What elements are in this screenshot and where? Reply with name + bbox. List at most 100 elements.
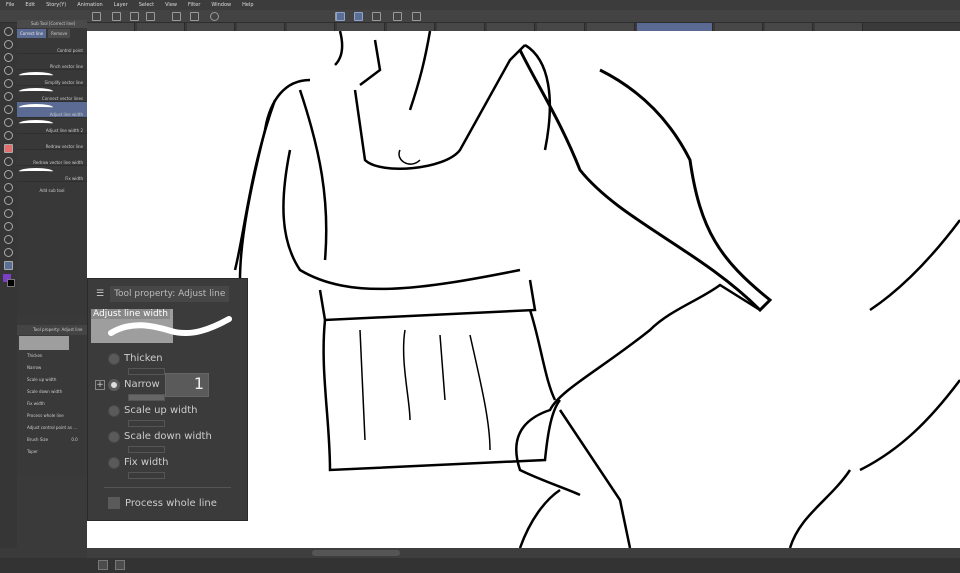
lasso-tool-icon[interactable]: [4, 79, 13, 88]
document-tab[interactable]: [187, 23, 235, 31]
subtool-adjust-line-width[interactable]: Adjust line width: [17, 102, 87, 118]
option-scale-up[interactable]: Scale up width: [17, 374, 87, 386]
narrow-value-input[interactable]: 1: [165, 373, 209, 397]
balloon-tool-icon[interactable]: [4, 248, 13, 257]
option-scale-down-width[interactable]: Scale down width: [88, 427, 247, 446]
grid-view-icon[interactable]: [115, 560, 125, 570]
preview-icon[interactable]: [393, 12, 402, 21]
document-tab[interactable]: [287, 23, 335, 31]
document-tab[interactable]: [765, 23, 813, 31]
option-narrow[interactable]: + Narrow 1: [88, 373, 247, 397]
option-thicken[interactable]: Thicken: [17, 350, 87, 362]
menu-icon[interactable]: ☰: [96, 289, 104, 299]
document-tab[interactable]: [337, 23, 385, 31]
export-icon[interactable]: [412, 12, 421, 21]
thicken-radio[interactable]: [108, 352, 120, 365]
decoration-tool-icon[interactable]: [4, 157, 13, 166]
subtool-redraw-vector-line[interactable]: Redraw vector line: [17, 134, 87, 150]
option-narrow[interactable]: Narrow: [17, 362, 87, 374]
subtool-control-point[interactable]: Control point: [17, 38, 87, 54]
document-tab[interactable]: [815, 23, 863, 31]
gradient-tool-icon[interactable]: [4, 183, 13, 192]
option-scale-up-width[interactable]: Scale up width: [88, 401, 247, 420]
menu-animation[interactable]: Animation: [77, 2, 103, 8]
add-sub-tool-button[interactable]: Add sub tool: [17, 188, 87, 193]
scale-down-slider[interactable]: [128, 446, 165, 453]
pen-tool-icon[interactable]: [4, 105, 13, 114]
adjust-control-point-checkbox[interactable]: Adjust control point as ...: [17, 422, 87, 434]
fill-tool-icon[interactable]: [4, 170, 13, 179]
taper-field[interactable]: Taper: [17, 446, 87, 458]
narrow-slider[interactable]: [128, 394, 165, 401]
document-tab[interactable]: [137, 23, 185, 31]
open-icon[interactable]: [112, 12, 121, 21]
pencil-tool-icon[interactable]: [4, 118, 13, 127]
subtool-adjust-line-width-2[interactable]: Adjust line width 2: [17, 118, 87, 134]
layer-panel-icon[interactable]: [98, 560, 108, 570]
text-tool-icon[interactable]: [4, 235, 13, 244]
subtool-fix-width[interactable]: Fix width: [17, 166, 87, 182]
menu-edit[interactable]: Edit: [25, 2, 35, 8]
new-icon[interactable]: [92, 12, 101, 21]
option-fix-width[interactable]: Fix width: [88, 453, 247, 472]
operation-tool-icon[interactable]: [4, 53, 13, 62]
ruler-tool-icon[interactable]: [4, 222, 13, 231]
menu-view[interactable]: View: [165, 2, 177, 8]
document-tab[interactable]: [537, 23, 585, 31]
scale-up-slider[interactable]: [128, 420, 165, 427]
fix-width-slider[interactable]: [128, 472, 165, 479]
undo-icon[interactable]: [172, 12, 181, 21]
brush-size-field[interactable]: Brush Size 0.0: [17, 434, 87, 446]
scale-down-radio[interactable]: [108, 430, 120, 443]
document-tab[interactable]: [715, 23, 763, 31]
option-scale-down[interactable]: Scale down width: [17, 386, 87, 398]
zoom-tool-icon[interactable]: [4, 27, 13, 36]
tab-remove[interactable]: Remove: [48, 29, 71, 38]
subtool-simplify-vector-line[interactable]: Simplify vector line: [17, 70, 87, 86]
menu-filter[interactable]: Filter: [188, 2, 200, 8]
thicken-slider[interactable]: [128, 368, 165, 375]
figure-tool-icon[interactable]: [4, 196, 13, 205]
print-icon[interactable]: [146, 12, 155, 21]
subtool-connect-vector-lines[interactable]: Connect vector lines: [17, 86, 87, 102]
document-tab[interactable]: [487, 23, 535, 31]
snap-special-ruler-icon[interactable]: [336, 12, 345, 21]
process-whole-line-option[interactable]: Process whole line: [88, 488, 247, 518]
frame-tool-icon[interactable]: [4, 209, 13, 218]
menu-window[interactable]: Window: [211, 2, 231, 8]
horizontal-scrollbar[interactable]: [312, 550, 400, 556]
fix-width-radio[interactable]: [108, 456, 120, 469]
option-fix-width[interactable]: Fix width: [17, 398, 87, 410]
sub-color-swatch[interactable]: [7, 279, 15, 287]
snap-grid-icon[interactable]: [354, 12, 363, 21]
process-whole-line-checkbox[interactable]: Process whole line: [17, 410, 87, 422]
menu-layer[interactable]: Layer: [114, 2, 128, 8]
subtool-pinch-vector-line[interactable]: Pinch vector line: [17, 54, 87, 70]
snap-pen-icon[interactable]: [372, 12, 381, 21]
deselect-icon[interactable]: [210, 12, 219, 21]
eraser-tool-icon[interactable]: [4, 144, 13, 153]
redo-icon[interactable]: [190, 12, 199, 21]
document-tab[interactable]: [437, 23, 485, 31]
menu-file[interactable]: File: [6, 2, 14, 8]
process-whole-line-checkbox[interactable]: [108, 497, 120, 509]
document-tab[interactable]: [387, 23, 435, 31]
expand-icon[interactable]: +: [95, 380, 105, 390]
option-thicken[interactable]: Thicken: [88, 349, 247, 368]
eyedropper-tool-icon[interactable]: [4, 92, 13, 101]
document-tab-active[interactable]: [637, 23, 713, 31]
rotate-tool-icon[interactable]: [4, 40, 13, 49]
brush-tool-icon[interactable]: [4, 131, 13, 140]
menu-help[interactable]: Help: [242, 2, 253, 8]
save-icon[interactable]: [130, 12, 139, 21]
menu-story[interactable]: Story(Y): [46, 2, 66, 8]
menu-select[interactable]: Select: [139, 2, 154, 8]
document-tab[interactable]: [587, 23, 635, 31]
subtool-redraw-vector-line-width[interactable]: Redraw vector line width: [17, 150, 87, 166]
move-tool-icon[interactable]: [4, 66, 13, 75]
narrow-radio[interactable]: [108, 378, 120, 391]
document-tab[interactable]: [237, 23, 285, 31]
document-tab[interactable]: [87, 23, 135, 31]
color-swatches[interactable]: [0, 274, 17, 290]
scale-up-radio[interactable]: [108, 404, 120, 417]
